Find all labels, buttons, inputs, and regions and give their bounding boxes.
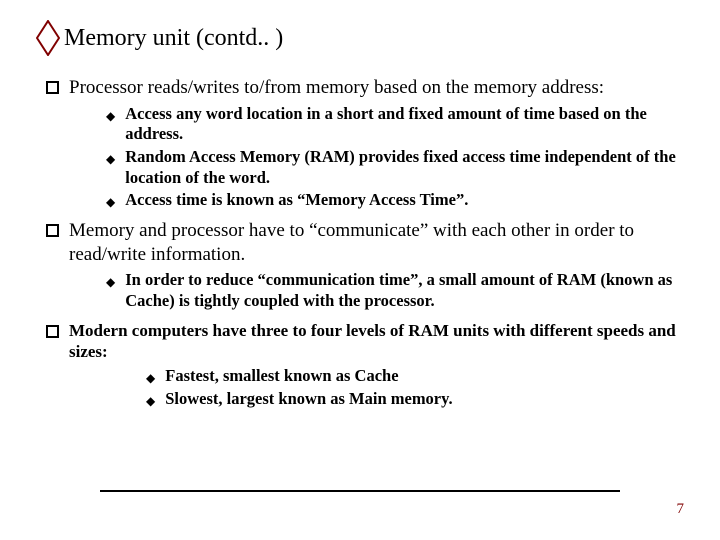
square-bullet-icon [46, 325, 59, 338]
diamond-bullet-icon: ◆ [106, 196, 115, 208]
sub-text: Access any word location in a short and … [125, 104, 680, 145]
sub-text: Fastest, smallest known as Cache [165, 366, 398, 387]
sub-item: ◆ Fastest, smallest known as Cache [146, 366, 680, 387]
diamond-bullet-icon: ◆ [146, 372, 155, 384]
diamond-bullet-icon: ◆ [146, 395, 155, 407]
sub-item: ◆ Slowest, largest known as Main memory. [146, 389, 680, 410]
bullet-2-text: Memory and processor have to “communicat… [69, 219, 680, 267]
bullet-2-sublist: ◆ In order to reduce “communication time… [46, 270, 680, 311]
diamond-bullet-icon: ◆ [106, 153, 115, 165]
diamond-bullet-icon: ◆ [106, 276, 115, 288]
sub-text: Random Access Memory (RAM) provides fixe… [125, 147, 680, 188]
slide-title: Memory unit (contd.. ) [64, 25, 283, 52]
slide-content: Processor reads/writes to/from memory ba… [36, 76, 684, 409]
page-number: 7 [677, 501, 685, 518]
slide-title-row: Memory unit (contd.. ) [36, 20, 684, 56]
divider [100, 490, 620, 492]
diamond-bullet-icon: ◆ [106, 110, 115, 122]
bullet-3-text: Modern computers have three to four leve… [69, 320, 680, 363]
diamond-icon [36, 20, 60, 56]
sub-text: In order to reduce “communication time”,… [125, 270, 680, 311]
bullet-1-text: Processor reads/writes to/from memory ba… [69, 76, 604, 100]
bullet-3: Modern computers have three to four leve… [46, 320, 680, 363]
bullet-1-sublist: ◆ Access any word location in a short an… [46, 104, 680, 211]
bullet-2: Memory and processor have to “communicat… [46, 219, 680, 267]
sub-item: ◆ Access time is known as “Memory Access… [106, 190, 680, 211]
sub-item: ◆ Access any word location in a short an… [106, 104, 680, 145]
sub-item: ◆ In order to reduce “communication time… [106, 270, 680, 311]
square-bullet-icon [46, 224, 59, 237]
sub-item: ◆ Random Access Memory (RAM) provides fi… [106, 147, 680, 188]
square-bullet-icon [46, 81, 59, 94]
bullet-1: Processor reads/writes to/from memory ba… [46, 76, 680, 100]
bullet-3-sublist: ◆ Fastest, smallest known as Cache ◆ Slo… [46, 366, 680, 409]
sub-text: Slowest, largest known as Main memory. [165, 389, 452, 410]
sub-text: Access time is known as “Memory Access T… [125, 190, 468, 211]
